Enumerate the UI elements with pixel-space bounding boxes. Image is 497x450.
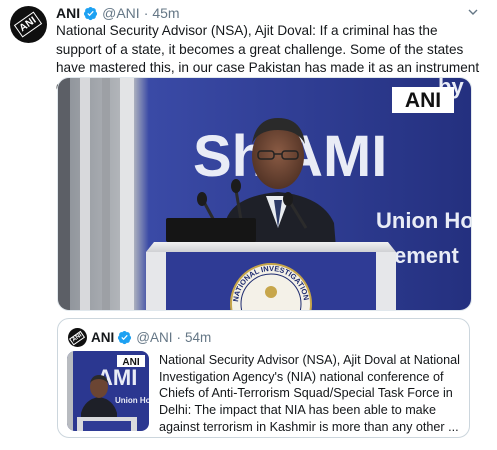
- quoted-tweet[interactable]: ANI ANI @ANI · 54m AMI Union Ho ANI Nati…: [57, 318, 470, 438]
- quoted-tweet-header: ANI @ANI · 54m: [91, 328, 211, 346]
- quoted-author-avatar[interactable]: ANI: [68, 328, 87, 347]
- quoted-tweet-time[interactable]: 54m: [185, 330, 211, 345]
- chevron-down-icon[interactable]: [467, 6, 479, 18]
- author-handle[interactable]: @ANI: [102, 5, 140, 21]
- backdrop-text: ement: [394, 243, 459, 268]
- ani-watermark: ANI: [405, 89, 441, 112]
- separator-dot: ·: [176, 329, 181, 345]
- ani-logo: ANI: [14, 11, 43, 38]
- quoted-tweet-thumbnail[interactable]: AMI Union Ho ANI: [67, 351, 149, 431]
- author-avatar[interactable]: ANI: [10, 6, 47, 43]
- quoted-photo: AMI Union Ho ANI: [67, 351, 149, 431]
- verified-badge-icon: [84, 6, 98, 20]
- verified-badge-icon: [118, 330, 132, 344]
- quoted-tweet-text: National Security Advisor (NSA), Ajit Do…: [159, 353, 460, 434]
- backdrop-text: Union Ho: [115, 396, 149, 405]
- backdrop-text: Union Ho: [376, 208, 471, 233]
- separator-dot: ·: [143, 5, 149, 21]
- ani-logo: ANI: [69, 330, 86, 345]
- tweet-image[interactable]: by Sh AMI Union Ho ement: [57, 77, 472, 311]
- ani-watermark: ANI: [122, 357, 139, 368]
- tweet-time[interactable]: 45m: [152, 5, 179, 21]
- author-name[interactable]: ANI: [56, 5, 80, 21]
- tweet[interactable]: ANI ANI @ANI · 45m National Security Adv…: [0, 0, 497, 450]
- nsa-speech-photo: by Sh AMI Union Ho ement: [58, 78, 471, 310]
- quoted-author-name[interactable]: ANI: [91, 330, 114, 345]
- tweet-header: ANI @ANI · 45m: [56, 4, 180, 22]
- quoted-author-handle[interactable]: @ANI: [136, 330, 172, 345]
